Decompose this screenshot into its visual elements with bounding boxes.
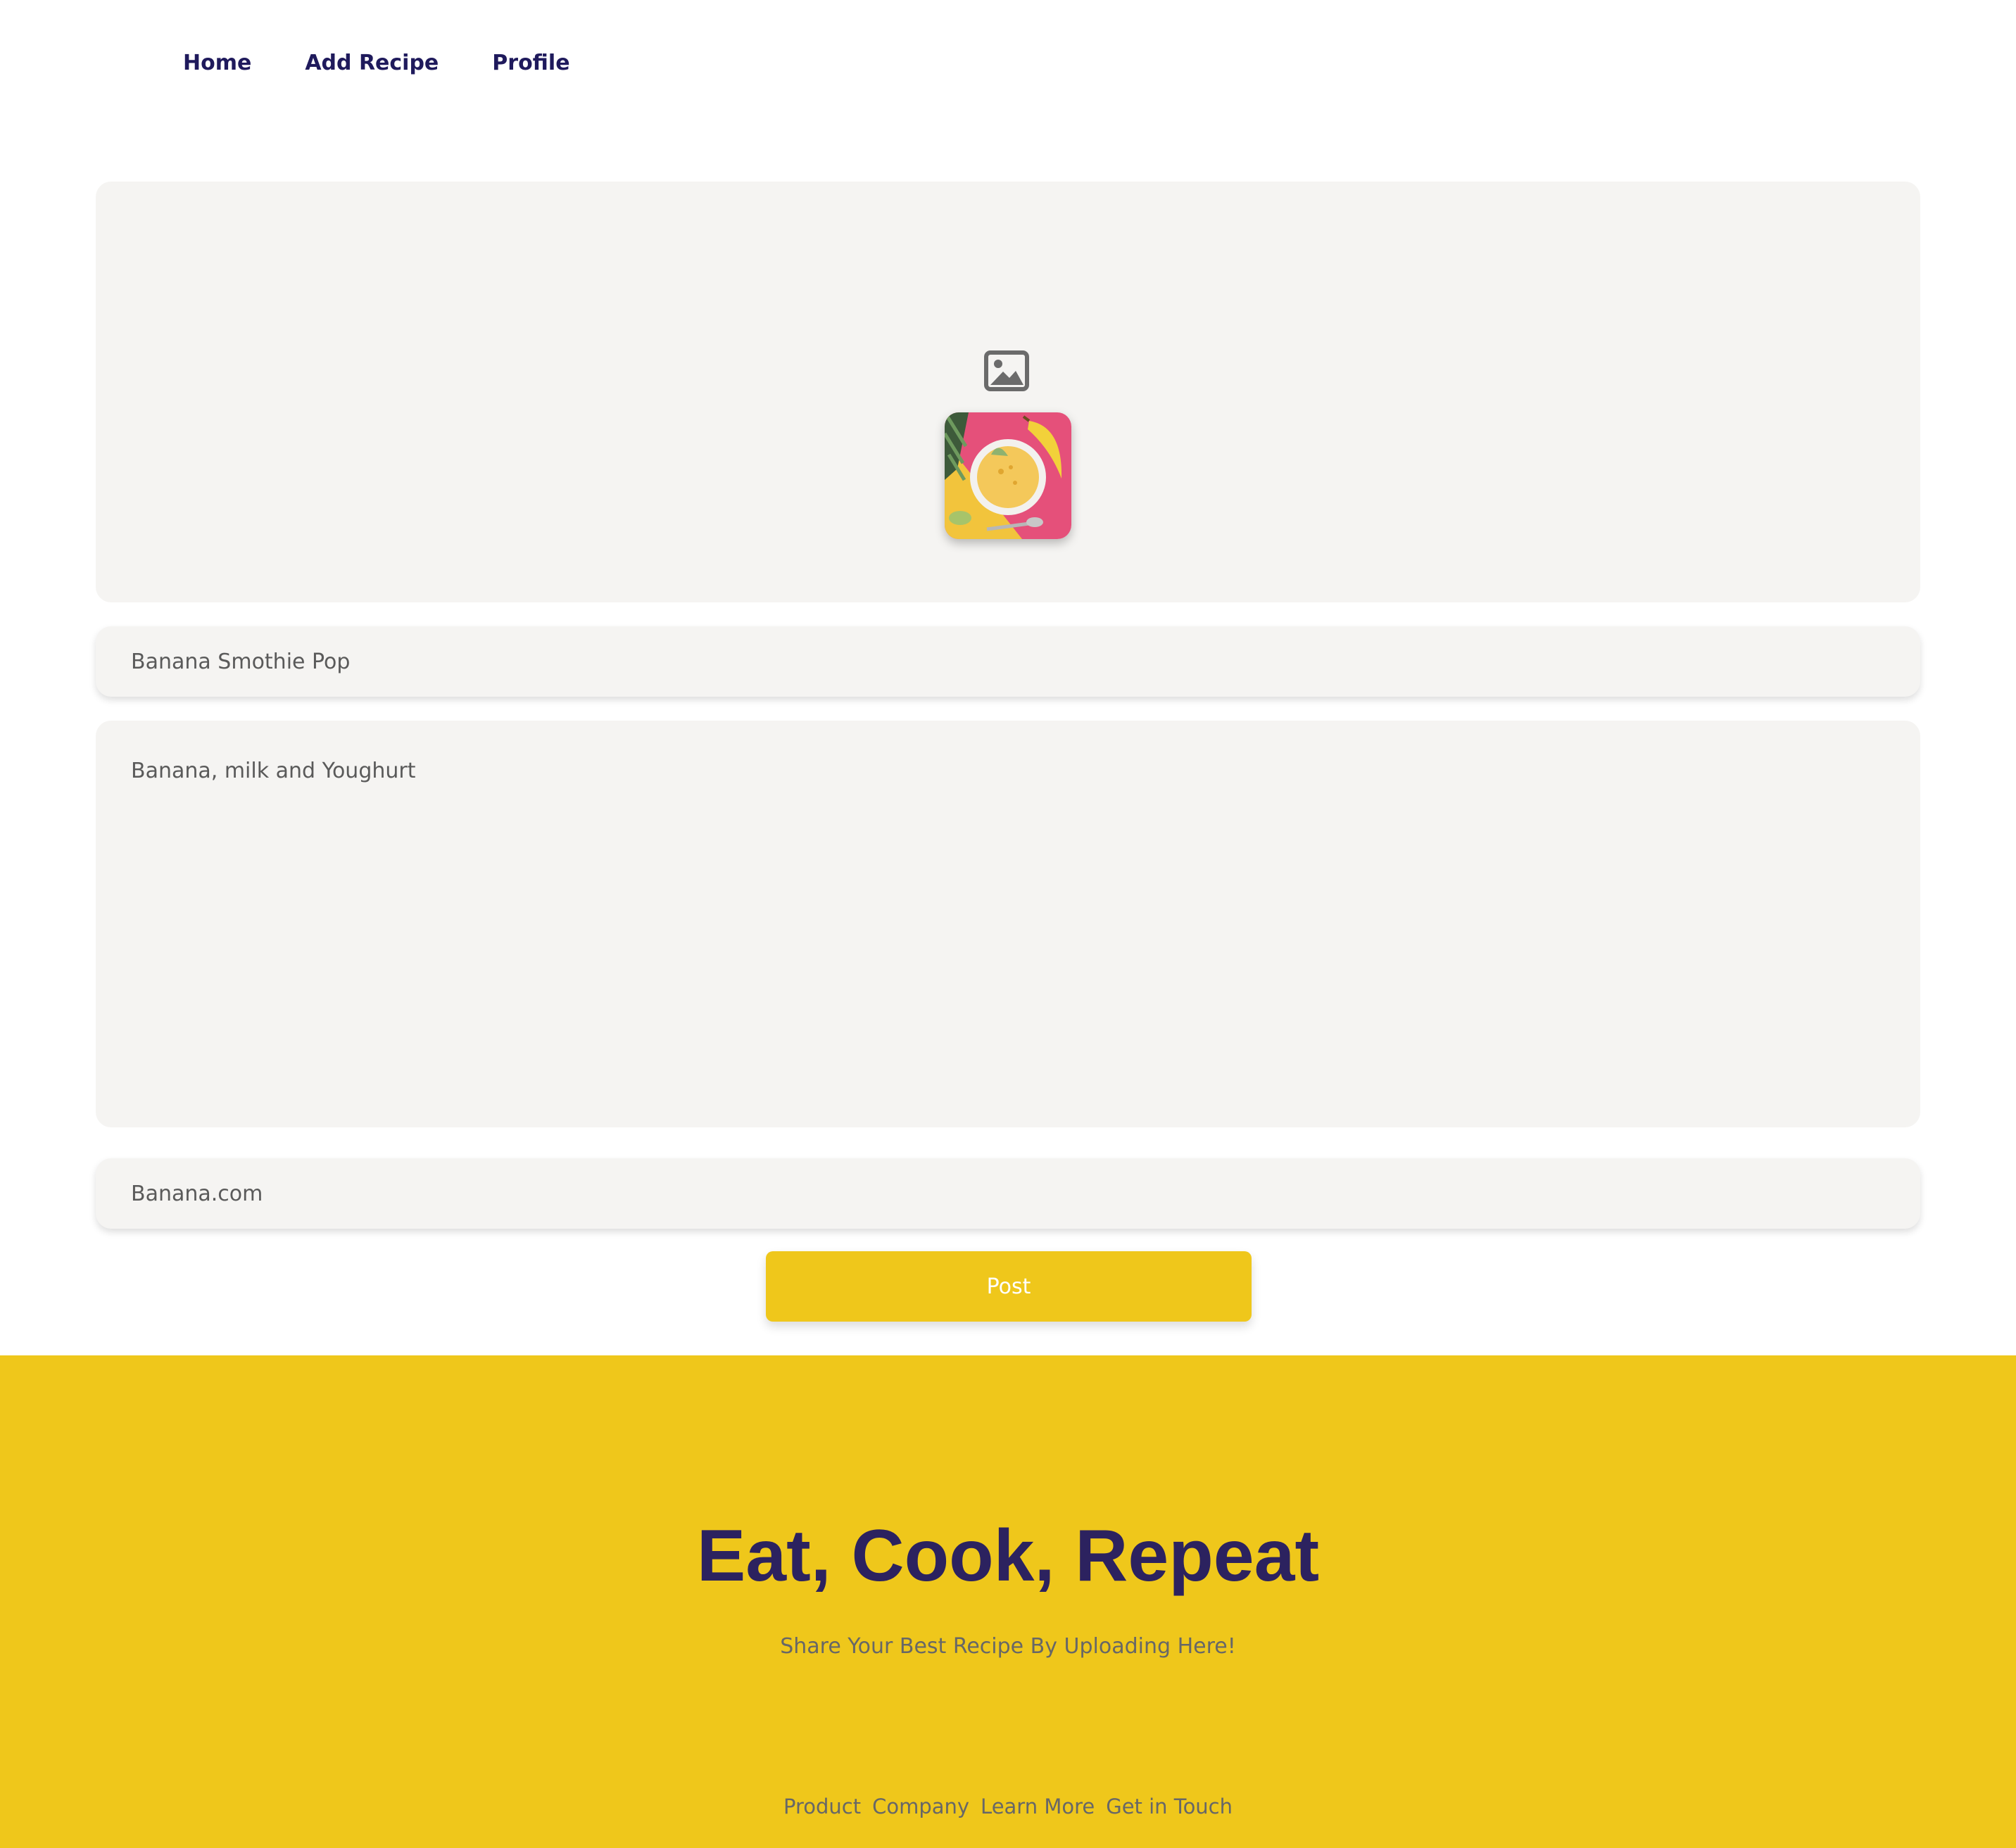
footer: Eat, Cook, Repeat Share Your Best Recipe… — [0, 1355, 2016, 1848]
recipe-title-input[interactable] — [96, 626, 1920, 697]
footer-links: Product Company Learn More Get in Touch — [0, 1795, 2016, 1818]
footer-link-product[interactable]: Product — [783, 1795, 861, 1818]
footer-link-learn-more[interactable]: Learn More — [981, 1795, 1095, 1818]
footer-title: Eat, Cook, Repeat — [696, 1515, 1320, 1597]
nav-add-recipe-link[interactable]: Add Recipe — [305, 53, 439, 74]
smoothie-photo — [945, 412, 1071, 539]
footer-link-get-in-touch[interactable]: Get in Touch — [1106, 1795, 1233, 1818]
recipe-thumbnail — [945, 412, 1071, 539]
image-icon — [984, 350, 1029, 391]
footer-link-company[interactable]: Company — [872, 1795, 969, 1818]
post-button[interactable]: Post — [766, 1251, 1252, 1322]
recipe-description-textarea[interactable]: Banana, milk and Youghurt — [96, 721, 1920, 1127]
nav-home-link[interactable]: Home — [183, 53, 251, 74]
top-nav: Home Add Recipe Profile — [0, 0, 2016, 127]
image-upload-area[interactable] — [96, 182, 1920, 602]
recipe-link-input[interactable] — [96, 1158, 1920, 1229]
footer-subtitle: Share Your Best Recipe By Uploading Here… — [780, 1634, 1236, 1659]
nav-profile-link[interactable]: Profile — [492, 53, 569, 74]
